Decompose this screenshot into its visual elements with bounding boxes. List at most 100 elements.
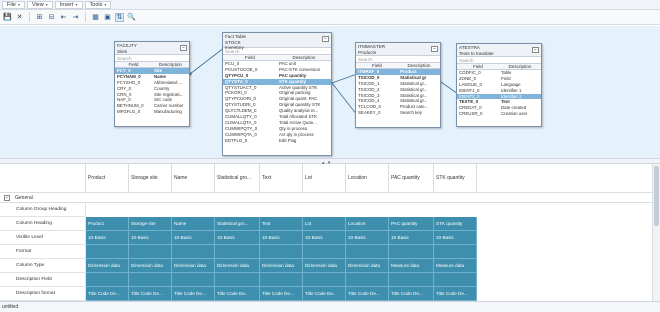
table-search-input[interactable]: Search (457, 57, 541, 64)
property-cell[interactable]: Title Code De... (129, 287, 172, 301)
property-cell[interactable] (172, 273, 215, 287)
property-cell[interactable]: 10-Basic (260, 231, 303, 245)
last-icon[interactable]: ⇥ (71, 13, 80, 22)
field-row[interactable]: SEAKEY_0 Search key (356, 110, 440, 116)
property-cell[interactable]: Statistical gro... (215, 217, 260, 231)
property-cell[interactable]: 10-Basic (346, 231, 389, 245)
property-cell[interactable] (129, 245, 172, 259)
property-cell[interactable]: Measure data (434, 259, 477, 273)
grid-column-header[interactable]: Text (260, 164, 303, 192)
menu-view[interactable]: View ▾ (26, 0, 53, 9)
grid-vertical-scrollbar[interactable] (652, 164, 660, 301)
save-icon[interactable]: 💾 (3, 13, 12, 22)
property-cell[interactable]: PAC quantity (389, 217, 434, 231)
menu-insert[interactable]: Insert ▾ (54, 0, 83, 9)
property-cell[interactable]: 10-Basic (303, 231, 346, 245)
property-cell[interactable]: Dimension data (303, 259, 346, 273)
property-cell[interactable]: 10-Basic (215, 231, 260, 245)
property-cell[interactable]: Product (86, 217, 129, 231)
minimize-button[interactable]: − (431, 46, 438, 52)
property-cell[interactable]: Dimension data (260, 259, 303, 273)
grid-icon[interactable]: ▦ (91, 13, 100, 22)
grid-column-header[interactable]: Location (346, 164, 389, 192)
property-cell[interactable]: Title Code De... (215, 287, 260, 301)
table-box-facility[interactable]: FACILITY Sites − Search Field Description FCY_… (114, 41, 190, 127)
property-cell[interactable] (389, 273, 434, 287)
property-cell[interactable]: Title Code De... (86, 287, 129, 301)
field-row[interactable]: MFGFLG_0 Manufacturing (115, 109, 189, 115)
menu-file[interactable]: File ▾ (2, 0, 25, 9)
property-cell[interactable] (86, 245, 129, 259)
property-cell[interactable]: 10-Basic (86, 231, 129, 245)
property-cell[interactable]: Dimension data (346, 259, 389, 273)
property-cell[interactable]: 10-Basic (434, 231, 477, 245)
property-cell[interactable] (172, 245, 215, 259)
property-cell[interactable]: Title Code De... (389, 287, 434, 301)
search-icon[interactable]: 🔍 (127, 13, 136, 22)
fit-height-icon[interactable]: ⊟ (47, 13, 56, 22)
property-cell[interactable]: 10-Basic (172, 231, 215, 245)
minimize-button[interactable]: − (322, 36, 329, 42)
close-icon[interactable]: ✕ (15, 13, 24, 22)
property-cell[interactable]: Dimension data (215, 259, 260, 273)
table-box-itmmaster[interactable]: ITMMASTER Products − Search Field Description… (355, 42, 441, 128)
property-cell[interactable]: Name (172, 217, 215, 231)
property-cell[interactable] (303, 273, 346, 287)
group-general[interactable]: − General (0, 192, 652, 203)
scrollbar-thumb[interactable] (654, 166, 659, 226)
property-cell[interactable] (389, 245, 434, 259)
grid-column-header[interactable]: Statistical gro... (215, 164, 260, 192)
chart-icon[interactable]: ▣ (103, 13, 112, 22)
grid-column-header[interactable]: Storage site (129, 164, 172, 192)
property-cell[interactable]: Text (260, 217, 303, 231)
grid-column-header[interactable]: STK quantity (434, 164, 477, 192)
property-cell[interactable]: Location (346, 217, 389, 231)
property-cell[interactable]: Dimension data (172, 259, 215, 273)
grid-column-header[interactable]: Product (86, 164, 129, 192)
field-row[interactable]: CREUSR_0 Creation user (457, 111, 541, 117)
table-search-input[interactable]: Search (356, 56, 440, 63)
property-cell[interactable]: Storage site (129, 217, 172, 231)
property-cell[interactable] (215, 273, 260, 287)
minimize-button[interactable]: − (532, 47, 539, 53)
property-cell[interactable] (260, 273, 303, 287)
property-cell[interactable]: Title Code De... (303, 287, 346, 301)
property-cell[interactable] (86, 273, 129, 287)
property-cell[interactable]: STK quantity (434, 217, 477, 231)
property-cell[interactable] (129, 273, 172, 287)
property-cell[interactable] (260, 245, 303, 259)
property-cell[interactable]: Title Code De... (260, 287, 303, 301)
property-cell[interactable] (215, 245, 260, 259)
property-cell[interactable] (346, 273, 389, 287)
sort-icon[interactable]: ⇅ (115, 12, 124, 22)
table-box-stock[interactable]: Fact Table STOCK Inventory − Search Field Desc… (222, 32, 332, 156)
property-cell[interactable] (346, 245, 389, 259)
property-cell[interactable]: 10-Basic (389, 231, 434, 245)
property-cell[interactable]: 10-Basic (129, 231, 172, 245)
grid-column-header[interactable]: PAC quantity (389, 164, 434, 192)
first-icon[interactable]: ⇤ (59, 13, 68, 22)
chevron-down-icon: ▾ (104, 2, 107, 7)
grid-corner (0, 164, 86, 192)
property-cell[interactable]: Dimension data (86, 259, 129, 273)
field-row[interactable]: EDTFLG_0 Edit Flag (223, 138, 331, 144)
diagram-canvas[interactable]: FACILITY Sites − Search Field Description FCY_… (0, 26, 660, 158)
minimize-button[interactable]: − (180, 45, 187, 51)
property-cell[interactable] (303, 245, 346, 259)
property-cell[interactable]: Title Code De... (434, 287, 477, 301)
property-cell[interactable]: Dimension data (129, 259, 172, 273)
grid-column-header[interactable]: Name (172, 164, 215, 192)
table-description: Products (358, 49, 377, 55)
property-cell[interactable]: Title Code De... (172, 287, 215, 301)
fit-width-icon[interactable]: ⊞ (35, 13, 44, 22)
table-box-atextra[interactable]: ATEXTRA Texts to translate − Search Field Des… (456, 43, 542, 127)
grid-column-header[interactable]: Lot (303, 164, 346, 192)
property-cell[interactable]: Lot (303, 217, 346, 231)
collapse-icon[interactable]: − (4, 194, 10, 201)
property-cell[interactable]: Title Code De... (346, 287, 389, 301)
table-search-input[interactable]: Search (115, 55, 189, 62)
property-cell[interactable] (434, 273, 477, 287)
property-cell[interactable] (434, 245, 477, 259)
property-cell[interactable]: Measure data (389, 259, 434, 273)
menu-tools[interactable]: Tools ▾ (84, 0, 112, 9)
